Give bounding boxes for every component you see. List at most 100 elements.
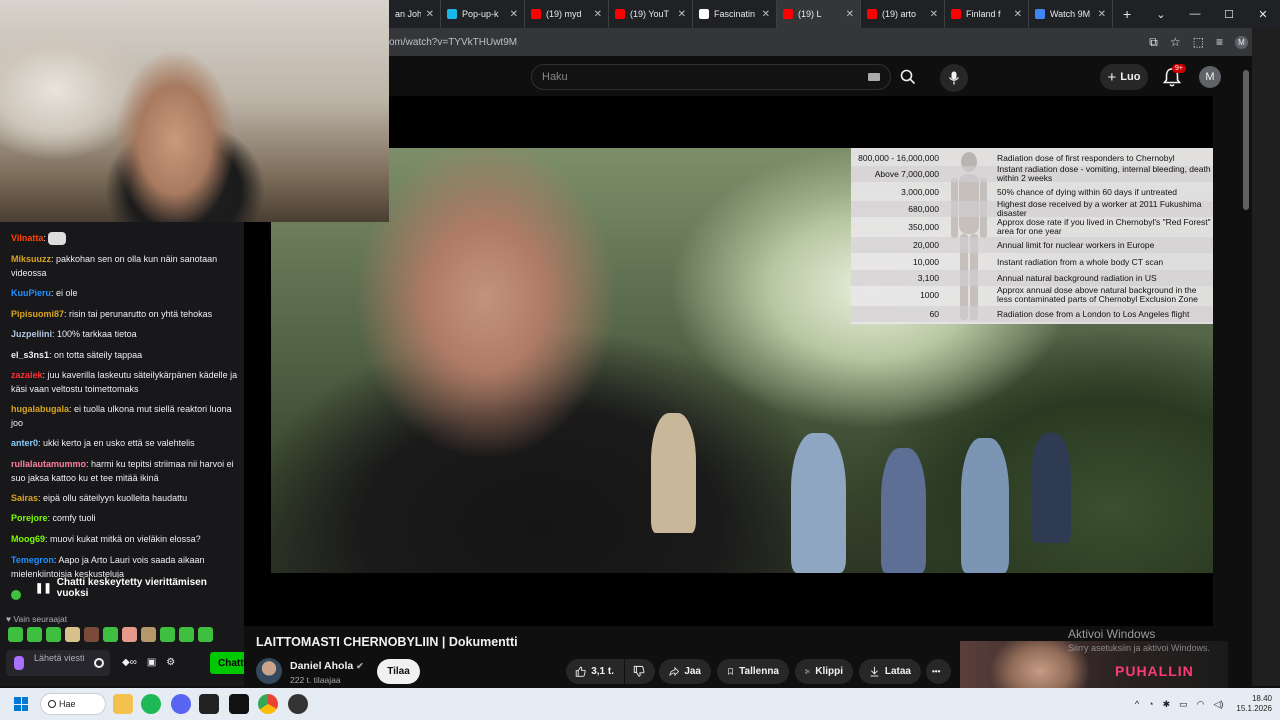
- page-scrollbar[interactable]: [1240, 56, 1252, 686]
- thumbnail-logo: PUHALLIN: [1115, 663, 1194, 679]
- clip-button[interactable]: Klippi: [795, 659, 853, 684]
- scrollbar-thumb[interactable]: [1243, 70, 1249, 210]
- chat-paused-banner[interactable]: ❚❚ Chatti keskeytetty vierittämisen vuok…: [30, 577, 230, 599]
- close-window-button[interactable]: ✕: [1246, 8, 1280, 21]
- tab-close-icon[interactable]: ✕: [426, 9, 434, 20]
- chat-username[interactable]: KuuPieru: [11, 288, 51, 298]
- tab-close-icon[interactable]: ✕: [510, 9, 518, 20]
- browser-tab[interactable]: Fascinatin ✕: [693, 0, 777, 28]
- save-button[interactable]: Tallenna: [717, 659, 789, 684]
- cast-icon[interactable]: ⧉: [1149, 35, 1158, 50]
- file-explorer-icon[interactable]: [113, 694, 133, 714]
- chat-username[interactable]: anter0: [11, 438, 38, 448]
- taskbar-clock[interactable]: 18.40 15.1.2026: [1236, 694, 1272, 714]
- browser-tab[interactable]: (19) arto ✕: [861, 0, 945, 28]
- dose-description: Instant radiation dose - vomiting, inter…: [997, 164, 1211, 183]
- minimize-button[interactable]: —: [1178, 8, 1212, 20]
- emote-icon[interactable]: [103, 627, 118, 642]
- chrome-icon[interactable]: [258, 694, 278, 714]
- emote-icon[interactable]: [65, 627, 80, 642]
- emote-icon[interactable]: [141, 627, 156, 642]
- chat-username[interactable]: rullalautamummo: [11, 459, 86, 469]
- chat-username[interactable]: hugalabugala: [11, 404, 69, 414]
- chevron-up-icon[interactable]: ^: [1135, 699, 1139, 709]
- url-field[interactable]: om/watch?v=TYVkTHUwt9M: [389, 37, 517, 48]
- tab-close-icon[interactable]: ✕: [930, 9, 938, 20]
- chat-username[interactable]: Porejore: [11, 513, 48, 523]
- like-button[interactable]: 3,1 t.: [566, 659, 624, 684]
- chart-row: 10,000 Instant radiation from a whole bod…: [851, 254, 1213, 270]
- profile-avatar[interactable]: M: [1235, 35, 1248, 49]
- extensions-icon[interactable]: ⬚: [1193, 35, 1204, 49]
- chat-username[interactable]: Juzpeliini: [11, 329, 52, 339]
- chat-username[interactable]: zazalek: [11, 370, 43, 380]
- account-avatar[interactable]: M: [1199, 66, 1221, 88]
- keyboard-icon[interactable]: [868, 73, 880, 81]
- emote-icon[interactable]: [84, 627, 99, 642]
- x-app-icon[interactable]: [229, 694, 249, 714]
- browser-tab[interactable]: Pop-up-k ✕: [441, 0, 525, 28]
- chat-username[interactable]: Miksuuzz: [11, 254, 51, 264]
- wifi-icon[interactable]: ◠: [1197, 699, 1205, 710]
- chat-username[interactable]: el_s3ns1: [11, 350, 49, 360]
- network-icon[interactable]: ◔: [1148, 699, 1153, 709]
- create-button[interactable]: + Luo: [1100, 64, 1148, 90]
- emote-icon[interactable]: [46, 627, 61, 642]
- taskbar-search-label: Hae: [59, 699, 76, 709]
- emote-icon[interactable]: [8, 627, 23, 642]
- windows-start-icon[interactable]: [14, 697, 28, 711]
- emote-icon[interactable]: [122, 627, 137, 642]
- emote-icon[interactable]: [198, 627, 213, 642]
- chat-text: risin tai perunarutto on yhtä tehokas: [69, 309, 213, 319]
- tab-close-icon[interactable]: ✕: [678, 9, 686, 20]
- browser-tab[interactable]: (19) L ✕: [777, 0, 861, 28]
- spotify-icon[interactable]: [141, 694, 161, 714]
- tab-search-icon[interactable]: ⌄: [1144, 8, 1178, 21]
- emote-icon[interactable]: [160, 627, 175, 642]
- maximize-button[interactable]: ☐: [1212, 8, 1246, 21]
- video-figure: [1031, 433, 1071, 543]
- tab-close-icon[interactable]: ✕: [846, 9, 854, 20]
- create-label: Luo: [1120, 71, 1141, 83]
- emote-icon[interactable]: [179, 627, 194, 642]
- emote-icon[interactable]: [27, 627, 42, 642]
- browser-tab[interactable]: (19) myd ✕: [525, 0, 609, 28]
- search-button[interactable]: [893, 64, 923, 90]
- download-button[interactable]: Lataa: [859, 659, 921, 684]
- search-input[interactable]: Haku: [531, 64, 891, 90]
- chat-username[interactable]: Pipisuomi87: [11, 309, 64, 319]
- media-controls-icon[interactable]: ≡: [1216, 35, 1223, 49]
- activate-windows-subtext: Siirry asetuksiin ja aktivoi Windows.: [1068, 643, 1211, 653]
- dislike-button[interactable]: [625, 659, 655, 684]
- chart-row: Above 7,000,000 Instant radiation dose - …: [851, 164, 1213, 183]
- browser-tab[interactable]: Watch 9M ✕: [1029, 0, 1113, 28]
- browser-tab[interactable]: (19) YouT ✕: [609, 0, 693, 28]
- notion-icon[interactable]: [199, 694, 219, 714]
- tab-close-icon[interactable]: ✕: [1014, 9, 1022, 20]
- notification-count-badge: 9+: [1172, 64, 1186, 73]
- new-tab-button[interactable]: +: [1113, 0, 1141, 28]
- chat-username[interactable]: Vilnatta: [11, 233, 43, 243]
- browser-tab[interactable]: Finland f ✕: [945, 0, 1029, 28]
- discord-icon[interactable]: [171, 694, 191, 714]
- dose-value: 10,000: [913, 256, 939, 267]
- more-actions-button[interactable]: •••: [926, 659, 951, 684]
- chat-username[interactable]: Sairas: [11, 493, 38, 503]
- obs-icon[interactable]: [288, 694, 308, 714]
- display-icon[interactable]: ▭: [1179, 699, 1188, 710]
- browser-tab[interactable]: an Joh ✕: [389, 0, 441, 28]
- bluetooth-icon[interactable]: ✱: [1163, 699, 1171, 710]
- tab-close-icon[interactable]: ✕: [762, 9, 770, 20]
- tab-close-icon[interactable]: ✕: [1098, 9, 1106, 20]
- bookmark-star-icon[interactable]: ☆: [1170, 35, 1181, 49]
- chat-username[interactable]: Moog69: [11, 534, 45, 544]
- video-player[interactable]: 800,000 - 16,000,000 Radiation dose of fi…: [244, 96, 1213, 626]
- chat-username[interactable]: Temegron: [11, 555, 54, 565]
- tab-close-icon[interactable]: ✕: [594, 9, 602, 20]
- tab-favicon-icon: [867, 9, 877, 19]
- share-button[interactable]: Jaa: [659, 659, 711, 684]
- thumbs-down-icon: [633, 665, 645, 677]
- volume-icon[interactable]: ◁): [1213, 699, 1223, 710]
- taskbar-search[interactable]: Hae: [40, 693, 106, 715]
- voice-search-button[interactable]: [940, 64, 968, 92]
